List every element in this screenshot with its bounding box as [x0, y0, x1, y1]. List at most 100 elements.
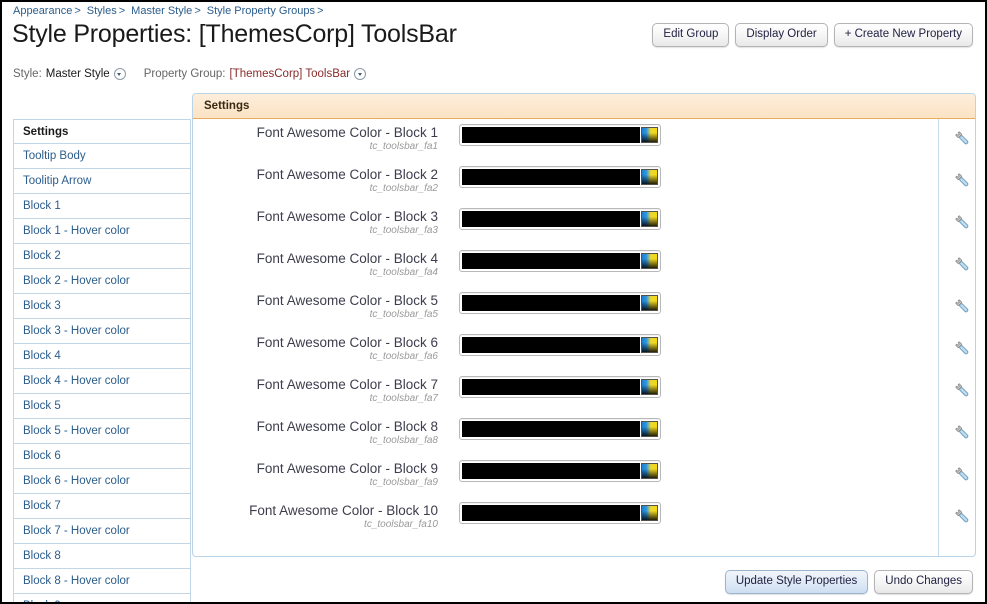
property-row: Font Awesome Color - Block 4 tc_toolsbar_…: [193, 245, 975, 287]
color-picker-input[interactable]: [459, 460, 661, 482]
wrench-screwdriver-icon[interactable]: [951, 295, 975, 319]
color-wheel-icon[interactable]: [641, 421, 658, 437]
color-picker-input[interactable]: [459, 418, 661, 440]
color-wheel-icon[interactable]: [641, 169, 658, 185]
style-selector-value: Master Style: [45, 68, 110, 80]
color-picker-input[interactable]: [459, 250, 661, 272]
wrench-screwdriver-icon[interactable]: [951, 169, 975, 193]
breadcrumb-item-2[interactable]: Styles: [87, 5, 117, 17]
property-group-selector[interactable]: Property Group: [ThemesCorp] ToolsBar: [144, 68, 367, 80]
chevron-down-icon[interactable]: [113, 68, 126, 80]
color-wheel-icon[interactable]: [641, 379, 658, 395]
breadcrumb: Appearance > Styles > Master Style > Style Pro…: [13, 5, 329, 17]
breadcrumb-item-3[interactable]: Master Style: [131, 5, 192, 17]
property-key: tc_toolsbar_fa8: [369, 435, 438, 446]
color-wheel-icon[interactable]: [641, 211, 658, 227]
property-key: tc_toolsbar_fa6: [369, 351, 438, 362]
color-value-swatch[interactable]: [462, 295, 640, 311]
property-label-group: Font Awesome Color - Block 8 tc_toolsbar_…: [193, 413, 438, 447]
wrench-screwdriver-icon[interactable]: [951, 253, 975, 277]
panel-body: Font Awesome Color - Block 1 tc_toolsbar_…: [193, 119, 975, 556]
sidebar-item[interactable]: Block 1: [14, 194, 190, 219]
sidebar-item[interactable]: Tooltip Body: [14, 144, 190, 169]
sidebar-item[interactable]: Block 8: [14, 544, 190, 569]
color-value-swatch[interactable]: [462, 253, 640, 269]
color-picker-input[interactable]: [459, 208, 661, 230]
color-value-swatch[interactable]: [462, 127, 640, 143]
property-label-group: Font Awesome Color - Block 6 tc_toolsbar_…: [193, 329, 438, 363]
style-selector[interactable]: Style: Master Style: [13, 68, 126, 80]
color-value-swatch[interactable]: [462, 463, 640, 479]
color-value-swatch[interactable]: [462, 211, 640, 227]
wrench-screwdriver-icon[interactable]: [951, 127, 975, 151]
sidebar-item[interactable]: Block 5: [14, 394, 190, 419]
color-picker-input[interactable]: [459, 376, 661, 398]
property-key: tc_toolsbar_fa2: [369, 183, 438, 194]
property-control: [459, 371, 661, 400]
sidebar-item[interactable]: Block 6 - Hover color: [14, 469, 190, 494]
sidebar-item[interactable]: Block 9: [14, 594, 190, 602]
sidebar-item[interactable]: Block 2: [14, 244, 190, 269]
breadcrumb-item-1[interactable]: Appearance: [13, 5, 72, 17]
wrench-screwdriver-icon[interactable]: [951, 463, 975, 487]
page-title: Style Properties: [ThemesCorp] ToolsBar: [12, 20, 457, 48]
property-control: [459, 329, 661, 358]
color-wheel-icon[interactable]: [641, 337, 658, 353]
property-row: Font Awesome Color - Block 5 tc_toolsbar_…: [193, 287, 975, 329]
color-wheel-icon[interactable]: [641, 253, 658, 269]
property-label: Font Awesome Color - Block 7: [256, 377, 438, 392]
property-label-group: Font Awesome Color - Block 9 tc_toolsbar_…: [193, 455, 438, 489]
color-wheel-icon[interactable]: [641, 295, 658, 311]
wrench-screwdriver-icon[interactable]: [951, 337, 975, 361]
property-row: Font Awesome Color - Block 7 tc_toolsbar_…: [193, 371, 975, 413]
color-picker-input[interactable]: [459, 502, 661, 524]
property-label: Font Awesome Color - Block 8: [256, 419, 438, 434]
create-new-property-button[interactable]: + Create New Property: [833, 23, 973, 47]
property-control: [459, 497, 661, 526]
sidebar-item[interactable]: Toolitip Arrow: [14, 169, 190, 194]
wrench-screwdriver-icon[interactable]: [951, 505, 975, 529]
color-picker-input[interactable]: [459, 124, 661, 146]
color-wheel-icon[interactable]: [641, 505, 658, 521]
wrench-screwdriver-icon[interactable]: [951, 211, 975, 235]
breadcrumb-separator: >: [74, 5, 81, 17]
property-control: [459, 413, 661, 442]
color-value-swatch[interactable]: [462, 379, 640, 395]
property-label-group: Font Awesome Color - Block 2 tc_toolsbar_…: [193, 161, 438, 195]
chevron-down-icon[interactable]: [354, 68, 367, 80]
panel-header: Settings: [193, 94, 975, 119]
color-value-swatch[interactable]: [462, 505, 640, 521]
property-control: [459, 455, 661, 484]
sidebar-item[interactable]: Block 4 - Hover color: [14, 369, 190, 394]
color-wheel-icon[interactable]: [641, 463, 658, 479]
color-wheel-icon[interactable]: [641, 127, 658, 143]
breadcrumb-separator: >: [316, 5, 324, 17]
sidebar-item[interactable]: Block 6: [14, 444, 190, 469]
sidebar-item[interactable]: Block 3 - Hover color: [14, 319, 190, 344]
sidebar-item[interactable]: Block 8 - Hover color: [14, 569, 190, 594]
sidebar-item[interactable]: Block 5 - Hover color: [14, 419, 190, 444]
property-label: Font Awesome Color - Block 3: [256, 209, 438, 224]
breadcrumb-item-4[interactable]: Style Property Groups: [207, 5, 315, 17]
sidebar-item[interactable]: Block 4: [14, 344, 190, 369]
sidebar-item[interactable]: Block 7 - Hover color: [14, 519, 190, 544]
property-row: Font Awesome Color - Block 2 tc_toolsbar_…: [193, 161, 975, 203]
wrench-screwdriver-icon[interactable]: [951, 421, 975, 445]
property-key: tc_toolsbar_fa4: [369, 267, 438, 278]
wrench-screwdriver-icon[interactable]: [951, 379, 975, 403]
color-picker-input[interactable]: [459, 166, 661, 188]
sidebar-item[interactable]: Block 1 - Hover color: [14, 219, 190, 244]
display-order-button[interactable]: Display Order: [735, 23, 828, 47]
sidebar-item[interactable]: Block 3: [14, 294, 190, 319]
color-picker-input[interactable]: [459, 334, 661, 356]
sidebar-header: Settings: [14, 120, 190, 144]
color-value-swatch[interactable]: [462, 169, 640, 185]
color-picker-input[interactable]: [459, 292, 661, 314]
edit-group-button[interactable]: Edit Group: [652, 23, 730, 47]
sidebar-item[interactable]: Block 2 - Hover color: [14, 269, 190, 294]
color-value-swatch[interactable]: [462, 337, 640, 353]
update-style-properties-button[interactable]: Update Style Properties: [724, 570, 869, 594]
undo-changes-button[interactable]: Undo Changes: [874, 570, 973, 594]
sidebar-item[interactable]: Block 7: [14, 494, 190, 519]
color-value-swatch[interactable]: [462, 421, 640, 437]
